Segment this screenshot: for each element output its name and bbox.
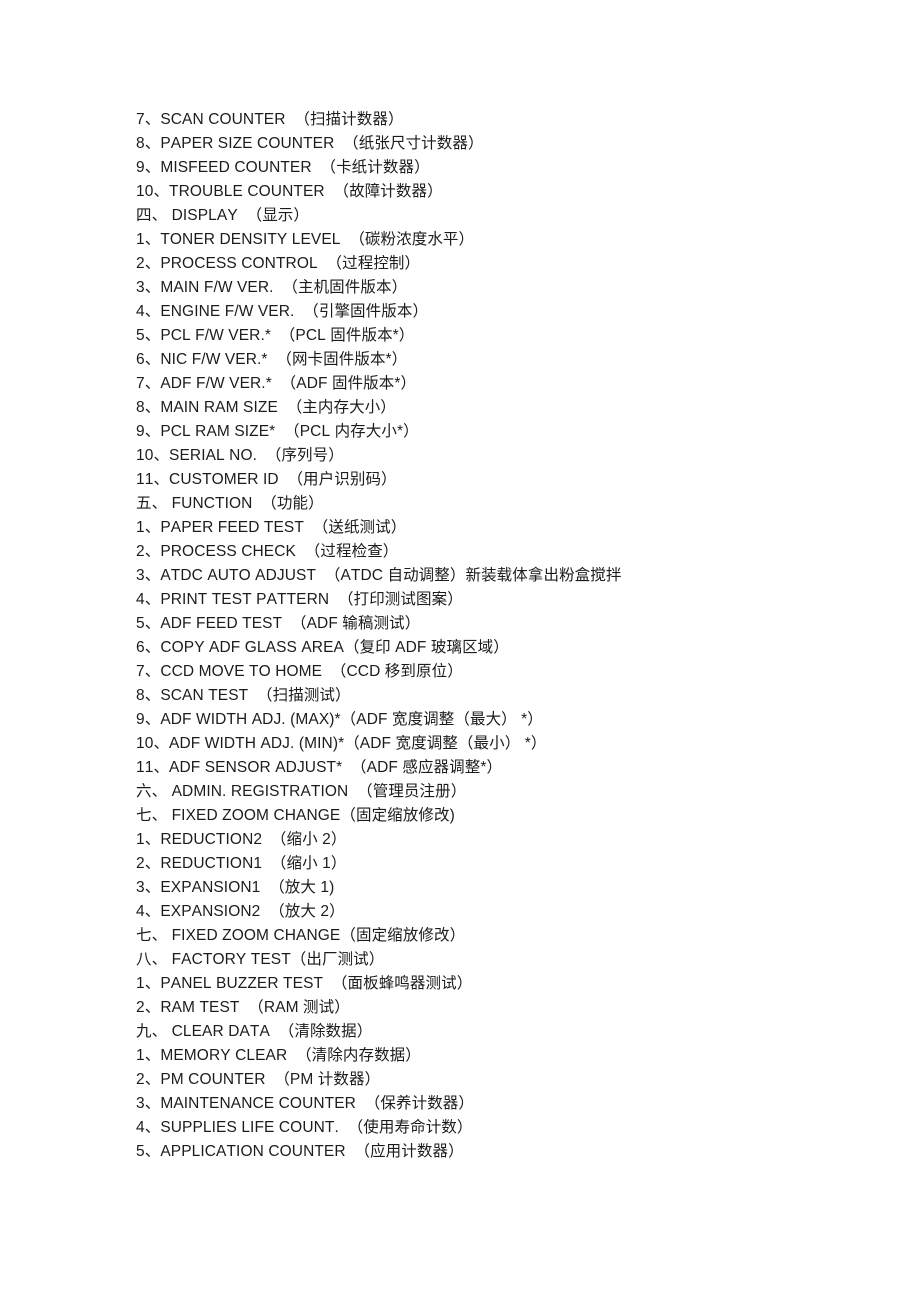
list-item-ccd-move-to-home: 7、CCD MOVE TO HOME （CCD 移到原位） bbox=[136, 663, 463, 680]
list-item-ram-test: 2、RAM TEST （RAM 测试） bbox=[136, 999, 350, 1016]
list-item-adf-feed-test: 5、ADF FEED TEST （ADF 输稿测试） bbox=[136, 615, 421, 632]
list-item-pcl-fw-ver: 5、PCL F/W VER.* （PCL 固件版本*） bbox=[136, 327, 415, 344]
list-item-maintenance-counter: 3、MAINTENANCE COUNTER （保养计数器） bbox=[136, 1095, 474, 1112]
list-item-atdc-auto-adjust: 3、ATDC AUTO ADJUST （ATDC 自动调整）新装载体拿出粉盒搅拌 bbox=[136, 567, 622, 584]
list-item-paper-feed-test: 1、PAPER FEED TEST （送纸测试） bbox=[136, 519, 407, 536]
list-item-nic-fw-ver: 6、NIC F/W VER.* （网卡固件版本*） bbox=[136, 351, 408, 368]
list-item-customer-id: 11、CUSTOMER ID （用户识别码） bbox=[136, 471, 397, 488]
list-item-engine-fw-ver: 4、ENGINE F/W VER. （引擎固件版本） bbox=[136, 303, 429, 320]
section-heading-section-fixed-zoom-1: 七、 FIXED ZOOM CHANGE（固定缩放修改) bbox=[136, 807, 455, 824]
section-heading-section-factory-test: 八、 FACTORY TEST（出厂测试） bbox=[136, 951, 385, 968]
list-item-adf-width-adj-min: 10、ADF WIDTH ADJ. (MIN)*（ADF 宽度调整（最小） *） bbox=[136, 735, 547, 752]
list-item-pcl-ram-size: 9、PCL RAM SIZE* （PCL 内存大小*） bbox=[136, 423, 419, 440]
list-item-paper-size-counter: 8、PAPER SIZE COUNTER （纸张尺寸计数器） bbox=[136, 135, 484, 152]
list-item-copy-adf-glass-area: 6、COPY ADF GLASS AREA（复印 ADF 玻璃区域） bbox=[136, 639, 509, 656]
list-item-supplies-life-count: 4、SUPPLIES LIFE COUNT. （使用寿命计数） bbox=[136, 1119, 473, 1136]
list-item-panel-buzzer-test: 1、PANEL BUZZER TEST （面板蜂鸣器测试） bbox=[136, 975, 473, 992]
list-item-process-control: 2、PROCESS CONTROL （过程控制） bbox=[136, 255, 421, 272]
document-page: 7、SCAN COUNTER （扫描计数器） 8、PAPER SIZE COUNT… bbox=[0, 0, 920, 1302]
list-item-serial-no: 10、SERIAL NO. （序列号） bbox=[136, 447, 344, 464]
list-item-misfeed-counter: 9、MISFEED COUNTER （卡纸计数器） bbox=[136, 159, 430, 176]
list-item-application-counter: 5、APPLICATION COUNTER （应用计数器） bbox=[136, 1143, 464, 1160]
section-heading-section-fixed-zoom-2: 七、 FIXED ZOOM CHANGE（固定缩放修改） bbox=[136, 927, 466, 944]
list-item-scan-test: 8、SCAN TEST （扫描测试） bbox=[136, 687, 351, 704]
section-heading-section-clear-data: 九、 CLEAR DATA （清除数据） bbox=[136, 1023, 373, 1040]
list-item-trouble-counter: 10、TROUBLE COUNTER （故障计数器） bbox=[136, 183, 443, 200]
list-item-main-fw-ver: 3、MAIN F/W VER. （主机固件版本） bbox=[136, 279, 408, 296]
list-item-reduction2: 1、REDUCTION2 （缩小 2） bbox=[136, 831, 347, 848]
list-item-adf-sensor-adjust: 11、ADF SENSOR ADJUST* （ADF 感应器调整*） bbox=[136, 759, 503, 776]
list-item-adf-width-adj-max: 9、ADF WIDTH ADJ. (MAX)*（ADF 宽度调整（最大） *） bbox=[136, 711, 543, 728]
document-text-body: 7、SCAN COUNTER （扫描计数器） 8、PAPER SIZE COUNT… bbox=[136, 108, 836, 1164]
list-item-pm-counter: 2、PM COUNTER （PM 计数器） bbox=[136, 1071, 381, 1088]
list-item-main-ram-size: 8、MAIN RAM SIZE （主内存大小） bbox=[136, 399, 396, 416]
list-item-reduction1: 2、REDUCTION1 （缩小 1） bbox=[136, 855, 347, 872]
list-item-scan-counter: 7、SCAN COUNTER （扫描计数器） bbox=[136, 111, 404, 128]
list-item-process-check: 2、PROCESS CHECK （过程检查） bbox=[136, 543, 399, 560]
section-heading-section-function: 五、 FUNCTION （功能） bbox=[136, 495, 324, 512]
section-heading-section-admin-reg: 六、 ADMIN. REGISTRATION （管理员注册） bbox=[136, 783, 467, 800]
section-heading-section-display: 四、 DISPLAY （显示） bbox=[136, 207, 309, 224]
list-item-memory-clear: 1、MEMORY CLEAR （清除内存数据） bbox=[136, 1047, 421, 1064]
list-item-adf-fw-ver: 7、ADF F/W VER.* （ADF 固件版本*） bbox=[136, 375, 417, 392]
list-item-print-test-pattern: 4、PRINT TEST PATTERN （打印测试图案） bbox=[136, 591, 463, 608]
list-item-expansion2: 4、EXPANSION2 （放大 2） bbox=[136, 903, 345, 920]
list-item-toner-density-level: 1、TONER DENSITY LEVEL （碳粉浓度水平） bbox=[136, 231, 475, 248]
list-item-expansion1: 3、EXPANSION1 （放大 1) bbox=[136, 879, 335, 896]
